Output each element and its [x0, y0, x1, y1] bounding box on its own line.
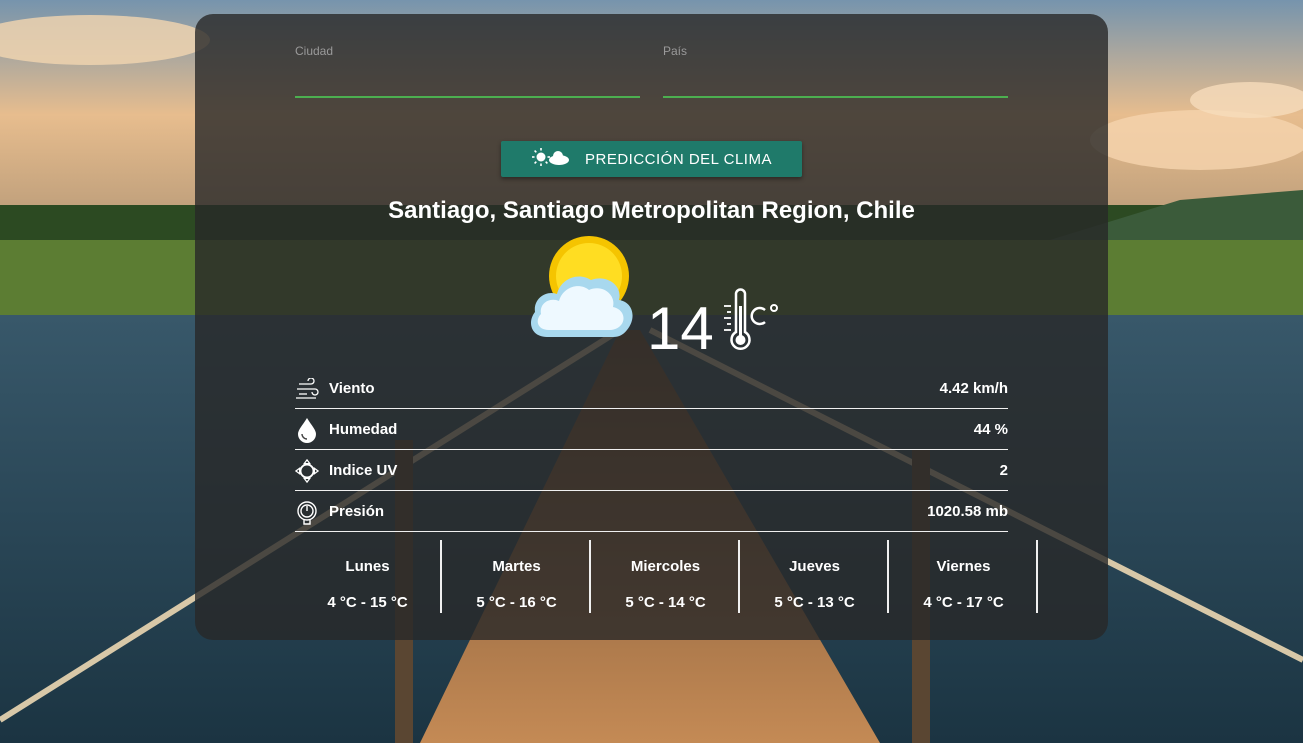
forecast-day-name: Viernes — [936, 558, 991, 575]
forecast-day-range: 4 °C - 17 °C — [923, 594, 1004, 611]
city-field[interactable]: Ciudad — [295, 44, 644, 98]
uv-sun-icon — [295, 458, 319, 483]
country-underline — [663, 96, 1008, 98]
location-title: Santiago, Santiago Metropolitan Region, … — [388, 197, 915, 224]
wind-icon — [295, 377, 319, 401]
detail-label: Humedad — [329, 421, 398, 438]
current-temperature: 14 — [647, 295, 714, 362]
partly-cloudy-icon — [527, 234, 642, 349]
forecast-button-label: PREDICCIÓN DEL CLIMA — [585, 150, 772, 168]
city-input[interactable] — [295, 62, 644, 94]
detail-value: 4.42 km/h — [939, 380, 1008, 397]
forecast-day-name: Martes — [492, 558, 541, 575]
barometer-icon — [295, 500, 319, 525]
detail-label: Viento — [329, 380, 375, 397]
country-field[interactable]: País — [663, 44, 1012, 98]
forecast-day-range: 5 °C - 16 °C — [476, 594, 557, 611]
country-label: País — [663, 44, 688, 58]
forecast-day: Viernes 4 °C - 17 °C — [891, 540, 1038, 613]
detail-value: 2 — [999, 462, 1008, 479]
humidity-drop-icon — [295, 417, 319, 443]
sun-cloud-icon — [531, 148, 571, 170]
country-input[interactable] — [663, 62, 1012, 94]
city-underline — [295, 96, 640, 98]
forecast-day-range: 4 °C - 15 °C — [327, 594, 408, 611]
detail-value: 44 % — [973, 421, 1008, 438]
forecast-strip: Lunes 4 °C - 15 °C Martes 5 °C - 16 °C M… — [295, 540, 1040, 613]
city-label: Ciudad — [295, 44, 334, 58]
detail-label: Presión — [329, 503, 385, 520]
forecast-day-range: 5 °C - 14 °C — [625, 594, 706, 611]
forecast-button[interactable]: PREDICCIÓN DEL CLIMA — [501, 141, 802, 177]
detail-row-wind: Viento 4.42 km/h — [295, 369, 1008, 409]
forecast-day-name: Jueves — [789, 558, 840, 575]
detail-row-pressure: Presión 1020.58 mb — [295, 492, 1008, 532]
forecast-day-name: Lunes — [345, 558, 390, 575]
detail-row-humidity: Humedad 44 % — [295, 410, 1008, 450]
weather-details: Viento 4.42 km/h Humedad 44 % Indice UV … — [295, 369, 1008, 533]
forecast-day-range: 5 °C - 13 °C — [774, 594, 855, 611]
forecast-day-name: Miercoles — [630, 558, 701, 575]
detail-row-uv: Indice UV 2 — [295, 451, 1008, 491]
detail-value: 1020.58 mb — [927, 503, 1008, 520]
forecast-day: Miercoles 5 °C - 14 °C — [593, 540, 740, 613]
detail-label: Indice UV — [329, 462, 398, 479]
forecast-day: Martes 5 °C - 16 °C — [444, 540, 591, 613]
forecast-day: Lunes 4 °C - 15 °C — [295, 540, 442, 613]
thermometer-celsius-icon — [719, 286, 781, 359]
forecast-day: Jueves 5 °C - 13 °C — [742, 540, 889, 613]
weather-card: Ciudad País PREDICCIÓN DEL CLIMA Santiag… — [195, 14, 1108, 640]
